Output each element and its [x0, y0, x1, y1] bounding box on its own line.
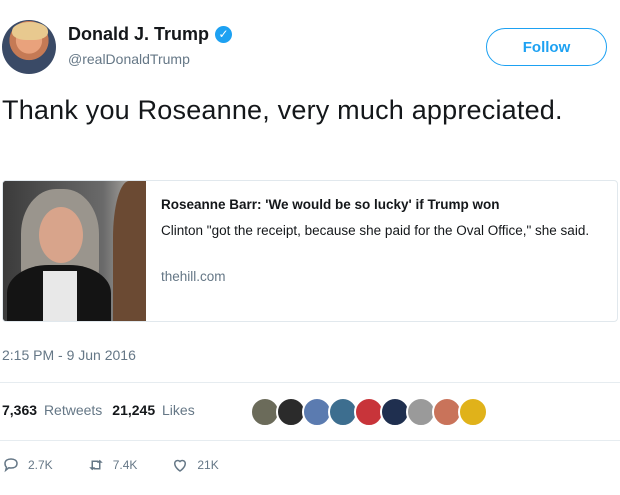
retweet-button[interactable]: 7.4K [87, 456, 138, 474]
liker-avatar-9[interactable] [458, 397, 488, 427]
retweet-count: 7.4K [112, 458, 138, 472]
heart-icon [174, 459, 187, 472]
retweets-stat[interactable]: 7,363 Retweets [2, 402, 102, 418]
divider-bottom [0, 440, 620, 441]
like-count: 21K [197, 458, 219, 472]
link-card[interactable]: Roseanne Barr: 'We would be so lucky' if… [2, 180, 618, 322]
author-name-row: Donald J. Trump ✓ [68, 24, 233, 45]
retweets-label: Retweets [43, 402, 103, 418]
tweet-text: Thank you Roseanne, very much appreciate… [2, 95, 563, 125]
likes-stat[interactable]: 21,245 Likes [112, 402, 194, 418]
retweets-count: 7,363 [2, 402, 38, 418]
card-image [3, 181, 146, 321]
reply-button[interactable]: 2.7K [2, 456, 53, 474]
engagement-stats: 7,363 Retweets 21,245 Likes [2, 402, 195, 418]
liker-avatars [250, 397, 488, 427]
tweet-actions: 2.7K 7.4K 21K [2, 456, 253, 474]
likes-label: Likes [162, 402, 195, 418]
author-avatar[interactable] [2, 20, 56, 74]
card-domain: thehill.com [161, 269, 226, 284]
like-button[interactable]: 21K [171, 456, 219, 474]
tweet-timestamp[interactable]: 2:15 PM - 9 Jun 2016 [2, 347, 136, 363]
retweet-icon [88, 459, 103, 471]
follow-button[interactable]: Follow [486, 28, 607, 66]
likes-count: 21,245 [112, 402, 156, 418]
author-handle[interactable]: @realDonaldTrump [68, 51, 190, 67]
card-title: Roseanne Barr: 'We would be so lucky' if… [161, 197, 500, 212]
reply-icon [4, 458, 18, 473]
author-name[interactable]: Donald J. Trump [68, 24, 209, 45]
card-description: Clinton "got the receipt, because she pa… [161, 223, 590, 238]
reply-count: 2.7K [28, 458, 53, 472]
divider-top [0, 382, 620, 383]
verified-badge-icon: ✓ [215, 26, 233, 43]
